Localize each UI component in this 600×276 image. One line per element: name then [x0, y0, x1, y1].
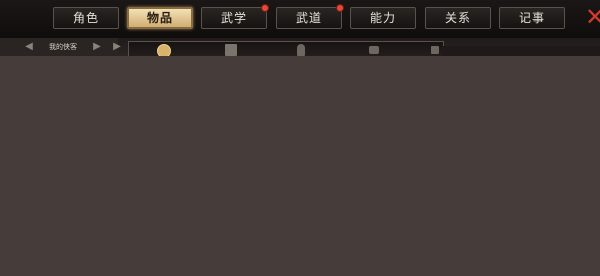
notification-badge	[336, 4, 344, 12]
chevron-left-icon[interactable]: ◀	[24, 40, 34, 54]
close-icon[interactable]: ✕	[585, 3, 600, 31]
chevron-right-icon[interactable]: ▶	[92, 40, 102, 54]
hero-selector: ◀ 我的侠客 ▶	[0, 38, 118, 56]
tab-items[interactable]: 物品	[127, 7, 193, 29]
item-category-bar	[128, 41, 444, 58]
equipment-icon[interactable]	[431, 46, 439, 54]
top-tab-bar: 角色 物品 武学 武道 能力 关系 记事 ✕	[0, 0, 600, 39]
tab-martial-arts-label: 武学	[220, 11, 247, 25]
tab-martial-way-label: 武道	[295, 11, 322, 25]
tab-relations[interactable]: 关系	[425, 7, 491, 29]
hero-selector-label: 我的侠客	[49, 43, 77, 51]
panel-right-strip	[442, 46, 600, 56]
potion-icon[interactable]	[297, 44, 305, 56]
notification-badge	[261, 4, 269, 12]
book-icon[interactable]	[225, 44, 237, 56]
chevron-right-icon[interactable]: ▶	[112, 40, 122, 54]
tab-martial-arts[interactable]: 武学	[201, 4, 269, 29]
tab-character[interactable]: 角色	[53, 7, 119, 29]
tab-martial-way[interactable]: 武道	[276, 4, 344, 29]
main-content-area	[0, 56, 600, 276]
weapon-icon[interactable]	[369, 46, 379, 54]
tab-abilities[interactable]: 能力	[350, 7, 416, 29]
tab-journal[interactable]: 记事	[499, 7, 565, 29]
